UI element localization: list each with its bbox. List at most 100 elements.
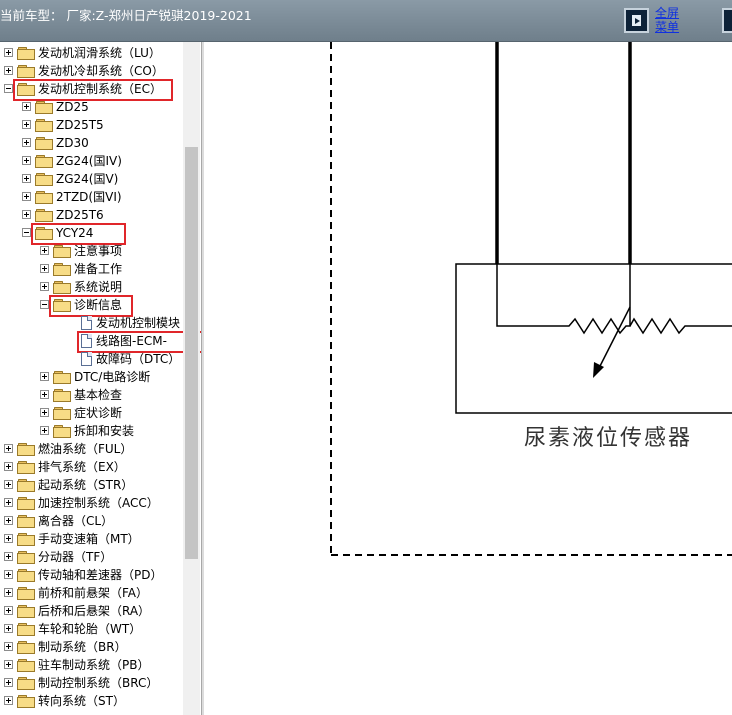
tree-item[interactable]: 后桥和后悬架（RA） — [0, 602, 183, 620]
folder-icon — [17, 65, 35, 78]
tree-item[interactable]: 症状诊断 — [0, 404, 183, 422]
tree-item-label: 加速控制系统（ACC） — [38, 496, 159, 510]
expand-plus-icon[interactable] — [4, 534, 13, 543]
tree-item-label: 2TZD(国VI) — [56, 190, 122, 204]
expand-plus-icon[interactable] — [4, 642, 13, 651]
expand-plus-icon[interactable] — [4, 552, 13, 561]
folder-icon — [53, 263, 71, 276]
expand-plus-icon[interactable] — [4, 462, 13, 471]
tree-item[interactable]: 故障码（DTC） — [0, 350, 183, 368]
tree-item-label: 制动系统（BR） — [38, 640, 127, 654]
folder-icon — [53, 281, 71, 294]
tree-item[interactable]: ZD25 — [0, 98, 183, 116]
tree-item[interactable]: DTC/电路诊断 — [0, 368, 183, 386]
tree-item[interactable]: 注意事项 — [0, 242, 183, 260]
expand-plus-icon[interactable] — [22, 138, 31, 147]
folder-icon — [35, 155, 53, 168]
folder-icon — [35, 119, 53, 132]
folder-icon — [17, 47, 35, 60]
collapse-minus-icon[interactable] — [40, 300, 49, 309]
expand-plus-icon[interactable] — [22, 192, 31, 201]
tree-item[interactable]: 转向系统（ST） — [0, 692, 183, 710]
tree-item[interactable]: ZD30 — [0, 134, 183, 152]
expand-plus-icon[interactable] — [4, 696, 13, 705]
tree-item[interactable]: 制动系统（BR） — [0, 638, 183, 656]
tree-item[interactable]: 车轮和轮胎（WT） — [0, 620, 183, 638]
tree-item[interactable]: 发动机控制模块 — [0, 314, 183, 332]
tree-item[interactable]: ZG24(国V) — [0, 170, 183, 188]
expand-plus-icon[interactable] — [4, 498, 13, 507]
tree-item[interactable]: ZD25T5 — [0, 116, 183, 134]
expand-plus-icon[interactable] — [40, 264, 49, 273]
tree-item-label: 分动器（TF） — [38, 550, 113, 564]
expand-plus-icon[interactable] — [4, 606, 13, 615]
expand-plus-icon[interactable] — [4, 624, 13, 633]
expand-plus-icon[interactable] — [4, 444, 13, 453]
fullscreen-menu-link[interactable]: 全屏 菜单 — [655, 6, 679, 34]
wiper-line — [596, 306, 631, 373]
expand-plus-icon[interactable] — [40, 372, 49, 381]
tree-item[interactable]: 加速控制系统（ACC） — [0, 494, 183, 512]
tree-item[interactable]: 基本检查 — [0, 386, 183, 404]
expand-plus-icon[interactable] — [40, 282, 49, 291]
expand-plus-icon[interactable] — [4, 588, 13, 597]
tree-item-label: 故障码（DTC） — [96, 352, 181, 366]
tree-item[interactable]: 系统说明 — [0, 278, 183, 296]
expand-plus-icon[interactable] — [22, 156, 31, 165]
folder-icon — [17, 623, 35, 636]
expand-plus-icon[interactable] — [4, 48, 13, 57]
tree-item-label: 注意事项 — [74, 244, 123, 258]
expand-plus-icon[interactable] — [4, 660, 13, 669]
tree-item[interactable]: 前桥和前悬架（FA） — [0, 584, 183, 602]
expand-plus-icon[interactable] — [40, 246, 49, 255]
expand-plus-icon[interactable] — [22, 102, 31, 111]
expand-plus-icon[interactable] — [4, 480, 13, 489]
tree-item[interactable]: 制动控制系统（BRC） — [0, 674, 183, 692]
expand-plus-icon[interactable] — [4, 516, 13, 525]
tree-item[interactable]: 离合器（CL） — [0, 512, 183, 530]
tree-item[interactable]: 拆卸和安装 — [0, 422, 183, 440]
tree-item[interactable]: 燃油系统（FUL） — [0, 440, 183, 458]
tree-item-label: 手动变速箱（MT） — [38, 532, 140, 546]
tree-scrollbar[interactable] — [183, 42, 200, 715]
folder-icon — [53, 389, 71, 402]
navigation-tree: 发动机润滑系统（LU） 发动机冷却系统（CO） 发动机控制系统（EC） ZD25 ZD2… — [0, 42, 202, 715]
expand-plus-icon[interactable] — [4, 678, 13, 687]
menu-toggle-icon[interactable] — [722, 8, 732, 33]
collapse-minus-icon[interactable] — [4, 84, 13, 93]
tree-item[interactable]: 发动机冷却系统（CO） — [0, 62, 183, 80]
fullscreen-link-line2[interactable]: 菜单 — [655, 20, 679, 34]
expand-plus-icon[interactable] — [40, 408, 49, 417]
tree-item[interactable]: 起动系统（STR） — [0, 476, 183, 494]
tree-item[interactable]: ZG24(国IV) — [0, 152, 183, 170]
folder-icon — [17, 515, 35, 528]
tree-item[interactable]: 分动器（TF） — [0, 548, 183, 566]
fullscreen-link-line1[interactable]: 全屏 — [655, 6, 679, 20]
expand-plus-icon[interactable] — [22, 210, 31, 219]
sensor-label: 尿素液位传感器 — [524, 426, 692, 451]
tree-item[interactable]: 传动轴和差速器（PD） — [0, 566, 183, 584]
expand-plus-icon[interactable] — [4, 570, 13, 579]
tree-item[interactable]: 排气系统（EX） — [0, 458, 183, 476]
expand-plus-icon[interactable] — [22, 120, 31, 129]
tree-item[interactable]: 2TZD(国VI) — [0, 188, 183, 206]
scrollbar-thumb[interactable] — [185, 147, 198, 559]
collapse-minus-icon[interactable] — [22, 228, 31, 237]
tree-item[interactable]: 准备工作 — [0, 260, 183, 278]
tree-item-label: ZD25T5 — [56, 118, 104, 132]
tree-item[interactable]: 手动变速箱（MT） — [0, 530, 183, 548]
tree-item[interactable]: ZD25T6 — [0, 206, 183, 224]
fullscreen-icon[interactable] — [624, 8, 649, 33]
tree-item[interactable]: 发动机润滑系统（LU） — [0, 44, 183, 62]
expand-plus-icon[interactable] — [22, 174, 31, 183]
tree-item-label: ZG24(国V) — [56, 172, 119, 186]
expand-plus-icon[interactable] — [40, 426, 49, 435]
expand-plus-icon[interactable] — [40, 390, 49, 399]
tree-item-label: 转向系统（ST） — [38, 694, 125, 708]
tree-item-label: 离合器（CL） — [38, 514, 114, 528]
tree-item-label: 症状诊断 — [74, 406, 123, 420]
expand-plus-icon[interactable] — [4, 66, 13, 75]
tree-item[interactable]: 驻车制动系统（PB） — [0, 656, 183, 674]
folder-icon — [17, 443, 35, 456]
tree-item-label: 起动系统（STR） — [38, 478, 134, 492]
